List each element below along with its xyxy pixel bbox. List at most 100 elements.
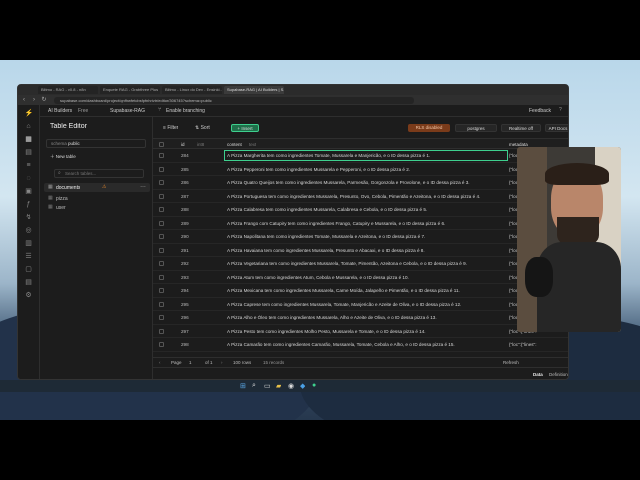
tab-data[interactable]: Data	[533, 372, 543, 377]
table-row[interactable]: 292 A Pizza Vegetariana tem como ingredie…	[153, 257, 568, 271]
cell-id[interactable]: 297	[181, 329, 201, 334]
row-checkbox[interactable]	[159, 166, 164, 172]
auth-icon[interactable]: ◌	[25, 175, 33, 183]
cell-id[interactable]: 292	[181, 261, 201, 266]
cell-id[interactable]: 285	[181, 167, 201, 172]
task-view-icon[interactable]: ▭	[264, 382, 271, 390]
page-number-input[interactable]: 1	[189, 360, 192, 365]
home-icon[interactable]: ⌂	[25, 123, 33, 131]
cell-content[interactable]: A Pizza Camarão tem como ingredientes Ca…	[227, 342, 505, 347]
database-icon[interactable]: ≡	[25, 162, 33, 170]
cell-id[interactable]: 284	[181, 153, 201, 158]
app-icon[interactable]: ●	[312, 382, 316, 389]
table-row[interactable]: 285 A Pizza Pepperoni tem como ingredient…	[153, 163, 568, 176]
table-editor-icon[interactable]: ▦	[25, 136, 33, 144]
realtime-icon[interactable]: ↯	[25, 214, 33, 222]
storage-icon[interactable]: ▣	[25, 188, 33, 196]
cell-id[interactable]: 298	[181, 342, 201, 347]
logs-icon[interactable]: ☰	[25, 253, 33, 261]
table-row[interactable]: 289 A Pizza Frango com Catupiry tem como …	[153, 217, 568, 230]
cell-content[interactable]: A Pizza Caprese tem como ingredientes Mu…	[227, 302, 505, 307]
cell-id[interactable]: 291	[181, 248, 201, 253]
realtime-toggle[interactable]: Realtime off	[501, 124, 541, 132]
select-all-checkbox[interactable]	[159, 142, 164, 147]
row-checkbox[interactable]	[159, 180, 164, 185]
row-checkbox[interactable]	[159, 261, 164, 266]
search-tables-input[interactable]	[54, 169, 144, 178]
rows-per-page-selector[interactable]: 100 rows	[233, 360, 251, 365]
browser-tab-active[interactable]: Supabase-RAG | AI Builders | S...	[224, 86, 284, 94]
rls-disabled-badge[interactable]: RLS disabled	[408, 124, 450, 132]
org-name[interactable]: AI Builders	[48, 108, 72, 114]
sort-button[interactable]: ⇅ Sort	[195, 125, 210, 131]
cell-content[interactable]: A Pizza Quatro Queijos tem como ingredie…	[227, 180, 505, 185]
back-icon[interactable]: ‹	[20, 96, 28, 104]
table-row[interactable]: 293 A Pizza Atum tem como ingredientes At…	[153, 271, 568, 284]
search-icon[interactable]: ⌕	[252, 382, 256, 390]
table-row[interactable]: 297 A Pizza Pesto tem como ingredientes M…	[153, 325, 568, 338]
table-row[interactable]: 295 A Pizza Caprese tem como ingredientes…	[153, 298, 568, 311]
more-options-icon[interactable]: …	[140, 183, 146, 189]
sidebar-item-pizza[interactable]: ▦ pizza	[44, 194, 150, 203]
cell-content[interactable]: A Pizza Napolitana tem como ingredientes…	[227, 234, 505, 239]
tab-definition[interactable]: Definition	[549, 372, 568, 377]
settings-icon[interactable]: ⚙	[25, 292, 33, 300]
table-row[interactable]: 287 A Pizza Portuguesa tem como ingredien…	[153, 190, 568, 203]
browser-tab[interactable]: Blitmo - RAG - v0.8 - n8n	[38, 86, 98, 94]
table-row[interactable]: 290 A Pizza Napolitana tem como ingredien…	[153, 230, 568, 244]
cell-id[interactable]: 286	[181, 180, 201, 185]
cell-content[interactable]: A Pizza Pesto tem como ingredientes Molh…	[227, 329, 505, 334]
cell-content[interactable]: A Pizza Pepperoni tem como ingredientes …	[227, 167, 505, 172]
file-explorer-icon[interactable]: ▰	[276, 382, 281, 390]
reload-icon[interactable]: ↻	[40, 96, 48, 104]
table-row[interactable]: 291 A Pizza Havaiana tem como ingrediente…	[153, 244, 568, 257]
help-icon[interactable]: ?	[559, 107, 562, 113]
cell-content[interactable]: A Pizza Atum tem como ingredientes Atum,…	[227, 275, 505, 280]
cell-id[interactable]: 295	[181, 302, 201, 307]
row-checkbox[interactable]	[159, 207, 164, 212]
row-checkbox[interactable]	[159, 234, 164, 239]
row-checkbox[interactable]	[159, 315, 164, 320]
project-name[interactable]: Supabase-RAG	[110, 108, 145, 114]
row-checkbox[interactable]	[159, 328, 164, 334]
cell-content[interactable]: A Pizza Portuguesa tem como ingredientes…	[227, 194, 505, 199]
sidebar-item-user[interactable]: ▦ user	[44, 203, 150, 212]
column-header-id[interactable]: id	[181, 142, 185, 147]
cell-id[interactable]: 289	[181, 221, 201, 226]
insert-button[interactable]: + Insert	[231, 124, 259, 132]
cell-content[interactable]: A Pizza Calabresa tem como ingredientes …	[227, 207, 505, 212]
row-checkbox[interactable]	[159, 274, 164, 280]
table-row[interactable]: 286 A Pizza Quatro Queijos tem como ingre…	[153, 176, 568, 190]
prev-page-icon[interactable]: ‹	[159, 360, 161, 365]
api-docs-icon[interactable]: ▢	[25, 266, 33, 274]
cell-content[interactable]: A Pizza Frango com Catupiry tem como ing…	[227, 221, 505, 226]
cell-content[interactable]: A Pizza Mexicana tem como ingredientes M…	[227, 288, 505, 293]
cell-id[interactable]: 288	[181, 207, 201, 212]
url-field[interactable]: supabase.com/dashboard/project/qnfhwfetc…	[54, 96, 414, 104]
browser-icon[interactable]: ◉	[288, 382, 294, 390]
app-icon[interactable]: ◆	[300, 382, 305, 390]
cell-id[interactable]: 287	[181, 194, 201, 199]
new-table-button[interactable]: ＋ New table	[46, 152, 146, 161]
row-checkbox[interactable]	[159, 247, 164, 253]
row-checkbox[interactable]	[159, 301, 164, 307]
sql-editor-icon[interactable]: ▤	[25, 149, 33, 157]
table-row[interactable]: 288 A Pizza Calabresa tem como ingredient…	[153, 203, 568, 217]
row-checkbox[interactable]	[159, 288, 164, 293]
table-row[interactable]: 296 A Pizza Alho e Óleo tem como ingredie…	[153, 311, 568, 325]
row-checkbox[interactable]	[159, 342, 164, 347]
row-checkbox[interactable]	[159, 220, 164, 226]
cell-metadata[interactable]: {"loc":{"lines":	[509, 342, 568, 347]
cell-id[interactable]: 290	[181, 234, 201, 239]
advisors-icon[interactable]: ◎	[25, 227, 33, 235]
api-docs-button[interactable]: API Docs	[545, 124, 568, 132]
start-menu-icon[interactable]: ⊞	[240, 382, 246, 390]
cell-id[interactable]: 294	[181, 288, 201, 293]
supabase-logo-icon[interactable]: ⚡	[25, 110, 34, 118]
filter-button[interactable]: ≡ Filter	[163, 125, 178, 131]
feedback-button[interactable]: Feedback	[529, 108, 551, 114]
cell-content[interactable]: A Pizza Vegetariana tem como ingrediente…	[227, 261, 505, 266]
table-row[interactable]: 298 A Pizza Camarão tem como ingredientes…	[153, 338, 568, 352]
enable-branching-button[interactable]: Enable branching	[166, 108, 205, 114]
column-header-content[interactable]: content	[227, 142, 242, 147]
